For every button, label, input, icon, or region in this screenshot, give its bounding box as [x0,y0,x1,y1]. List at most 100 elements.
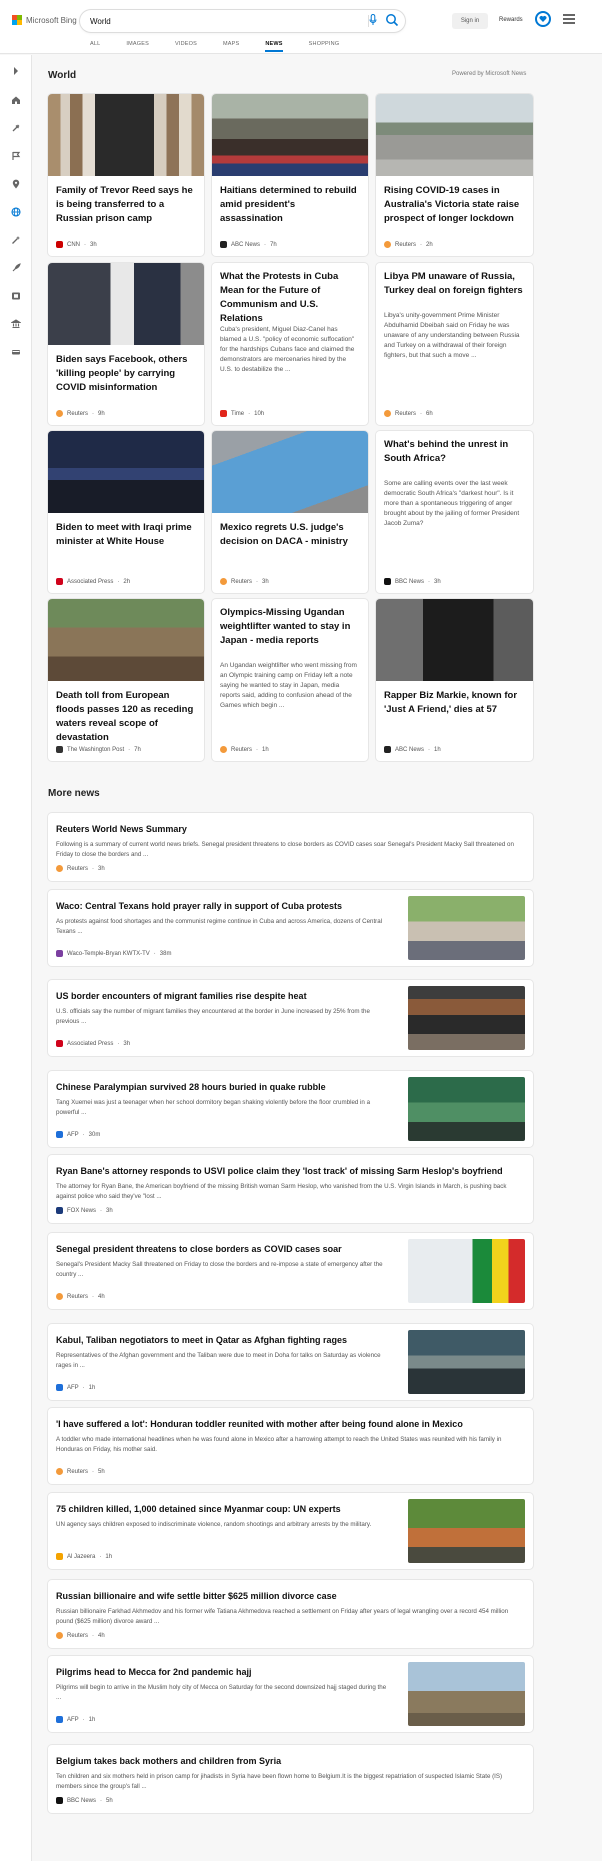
afp-logo-icon [56,1131,63,1138]
expand-chevron-icon[interactable] [11,66,21,76]
globe-icon[interactable] [11,207,21,217]
search-input[interactable] [90,14,340,28]
list-item-title[interactable]: 75 children killed, 1,000 detained since… [56,1504,341,1514]
reuters-logo-icon [56,865,63,872]
news-card[interactable]: Biden says Facebook, others 'killing peo… [48,263,204,425]
list-item[interactable]: US border encounters of migrant families… [48,980,533,1056]
list-item-title[interactable]: Pilgrims head to Mecca for 2nd pandemic … [56,1667,252,1677]
news-card[interactable]: Biden to meet with Iraqi prime minister … [48,431,204,593]
tab-all[interactable]: ALL [90,41,100,52]
news-card[interactable]: What's behind the unrest in South Africa… [376,431,533,593]
news-card[interactable]: Mexico regrets U.S. judge's decision on … [212,431,368,593]
tab-maps[interactable]: MAPS [223,41,239,52]
category-rail [0,55,32,1861]
reuters-logo-icon [384,241,391,248]
home-icon[interactable] [11,95,21,105]
tools-icon[interactable] [11,123,21,133]
news-card[interactable]: Haitians determined to rebuild amid pres… [212,94,368,256]
list-item[interactable]: 'I have suffered a lot': Honduran toddle… [48,1408,533,1484]
card-source: Reuters · 9h [56,410,105,417]
list-item-source: Reuters · 4h [56,1632,105,1639]
logo-text: Microsoft Bing [26,15,77,25]
wand-icon[interactable] [11,235,21,245]
news-card[interactable]: Family of Trevor Reed says he is being t… [48,94,204,256]
rewards-link[interactable]: Rewards [499,17,523,23]
list-item[interactable]: Senegal president threatens to close bor… [48,1233,533,1309]
card-title[interactable]: Olympics-Missing Ugandan weightlifter wa… [220,606,360,648]
search-box[interactable] [80,10,405,32]
news-card[interactable]: Libya PM unaware of Russia, Turkey deal … [376,263,533,425]
list-item[interactable]: Waco: Central Texans hold prayer rally i… [48,890,533,966]
list-item-description: Russian billionaire Farkhad Akhmedov and… [56,1608,509,1625]
tab-news[interactable]: NEWS [265,41,283,52]
list-item-title[interactable]: Waco: Central Texans hold prayer rally i… [56,901,342,911]
list-item[interactable]: Chinese Paralympian survived 28 hours bu… [48,1071,533,1147]
list-item-description: Following is a summary of current world … [56,841,514,858]
list-item-source: Waco-Temple-Bryan KWTX-TV · 38m [56,950,171,957]
card-source: Reuters · 6h [384,410,433,417]
news-card[interactable]: Rising COVID-19 cases in Australia's Vic… [376,94,533,256]
list-item-title[interactable]: Belgium takes back mothers and children … [56,1756,281,1766]
car-icon[interactable] [11,347,21,357]
card-title[interactable]: Biden says Facebook, others 'killing peo… [56,353,196,395]
flag-icon[interactable] [11,151,21,161]
card-title[interactable]: Death toll from European floods passes 1… [56,689,196,745]
bing-logo[interactable]: Microsoft Bing [12,15,77,25]
list-item[interactable]: 75 children killed, 1,000 detained since… [48,1493,533,1569]
cnn-logo-icon [56,241,63,248]
sign-in-button[interactable]: Sign in [452,13,488,29]
card-title[interactable]: Rapper Biz Markie, known for 'Just A Fri… [384,689,525,717]
news-card[interactable]: Death toll from European floods passes 1… [48,599,204,761]
list-item[interactable]: Belgium takes back mothers and children … [48,1745,533,1813]
rewards-medal-icon[interactable] [535,11,551,27]
card-title[interactable]: What's behind the unrest in South Africa… [384,438,525,466]
card-title[interactable]: Biden to meet with Iraqi prime minister … [56,521,196,549]
list-item-source: Associated Press · 3h [56,1040,130,1047]
bank-icon[interactable] [11,319,21,329]
news-card[interactable]: Rapper Biz Markie, known for 'Just A Fri… [376,599,533,761]
film-icon[interactable] [11,291,21,301]
list-item[interactable]: Russian billionaire and wife settle bitt… [48,1580,533,1648]
list-item[interactable]: Kabul, Taliban negotiators to meet in Qa… [48,1324,533,1400]
list-item[interactable]: Ryan Bane's attorney responds to USVI po… [48,1155,533,1223]
card-source: Reuters · 2h [384,241,433,248]
list-item[interactable]: Reuters World News Summary Following is … [48,813,533,881]
news-card[interactable]: What the Protests in Cuba Mean for the F… [212,263,368,425]
search-icon[interactable] [385,13,399,27]
news-card[interactable]: Olympics-Missing Ugandan weightlifter wa… [212,599,368,761]
card-title[interactable]: Mexico regrets U.S. judge's decision on … [220,521,360,549]
section-title: World [48,70,77,81]
list-item-description: As protests against food shortages and t… [56,918,383,935]
card-title[interactable]: Libya PM unaware of Russia, Turkey deal … [384,270,525,298]
list-item-title[interactable]: Ryan Bane's attorney responds to USVI po… [56,1166,503,1176]
search-tabs: ALL IMAGES VIDEOS MAPS NEWS SHOPPING [90,41,365,52]
rocket-icon[interactable] [11,263,21,273]
list-item-title[interactable]: Russian billionaire and wife settle bitt… [56,1591,337,1601]
reuters-logo-icon [56,410,63,417]
card-source: Reuters · 1h [220,746,269,753]
menu-icon[interactable] [563,14,575,24]
tab-images[interactable]: IMAGES [126,41,149,52]
card-title[interactable]: What the Protests in Cuba Mean for the F… [220,270,360,326]
card-title[interactable]: Rising COVID-19 cases in Australia's Vic… [384,184,525,226]
list-item-description: Ten children and six mothers held in pri… [56,1773,503,1790]
microphone-icon[interactable] [369,14,377,26]
tab-videos[interactable]: VIDEOS [175,41,197,52]
list-item[interactable]: Pilgrims head to Mecca for 2nd pandemic … [48,1656,533,1732]
list-item-description: Pilgrims will begin to arrive in the Mus… [56,1684,387,1701]
list-item-title[interactable]: Reuters World News Summary [56,824,187,834]
card-description: An Ugandan weightlifter who went missing… [220,662,357,709]
list-item-title[interactable]: US border encounters of migrant families… [56,991,307,1001]
list-item-title[interactable]: Kabul, Taliban negotiators to meet in Qa… [56,1335,347,1345]
card-source: CNN · 3h [56,241,97,248]
more-news-title: More news [48,788,100,799]
card-title[interactable]: Haitians determined to rebuild amid pres… [220,184,360,226]
list-item-title[interactable]: Chinese Paralympian survived 28 hours bu… [56,1082,326,1092]
location-pin-icon[interactable] [11,179,21,189]
card-source: Reuters · 3h [220,578,269,585]
card-title[interactable]: Family of Trevor Reed says he is being t… [56,184,196,226]
microsoft-logo-icon [12,15,22,25]
tab-shopping[interactable]: SHOPPING [309,41,340,52]
list-item-title[interactable]: 'I have suffered a lot': Honduran toddle… [56,1419,463,1429]
list-item-title[interactable]: Senegal president threatens to close bor… [56,1244,342,1254]
